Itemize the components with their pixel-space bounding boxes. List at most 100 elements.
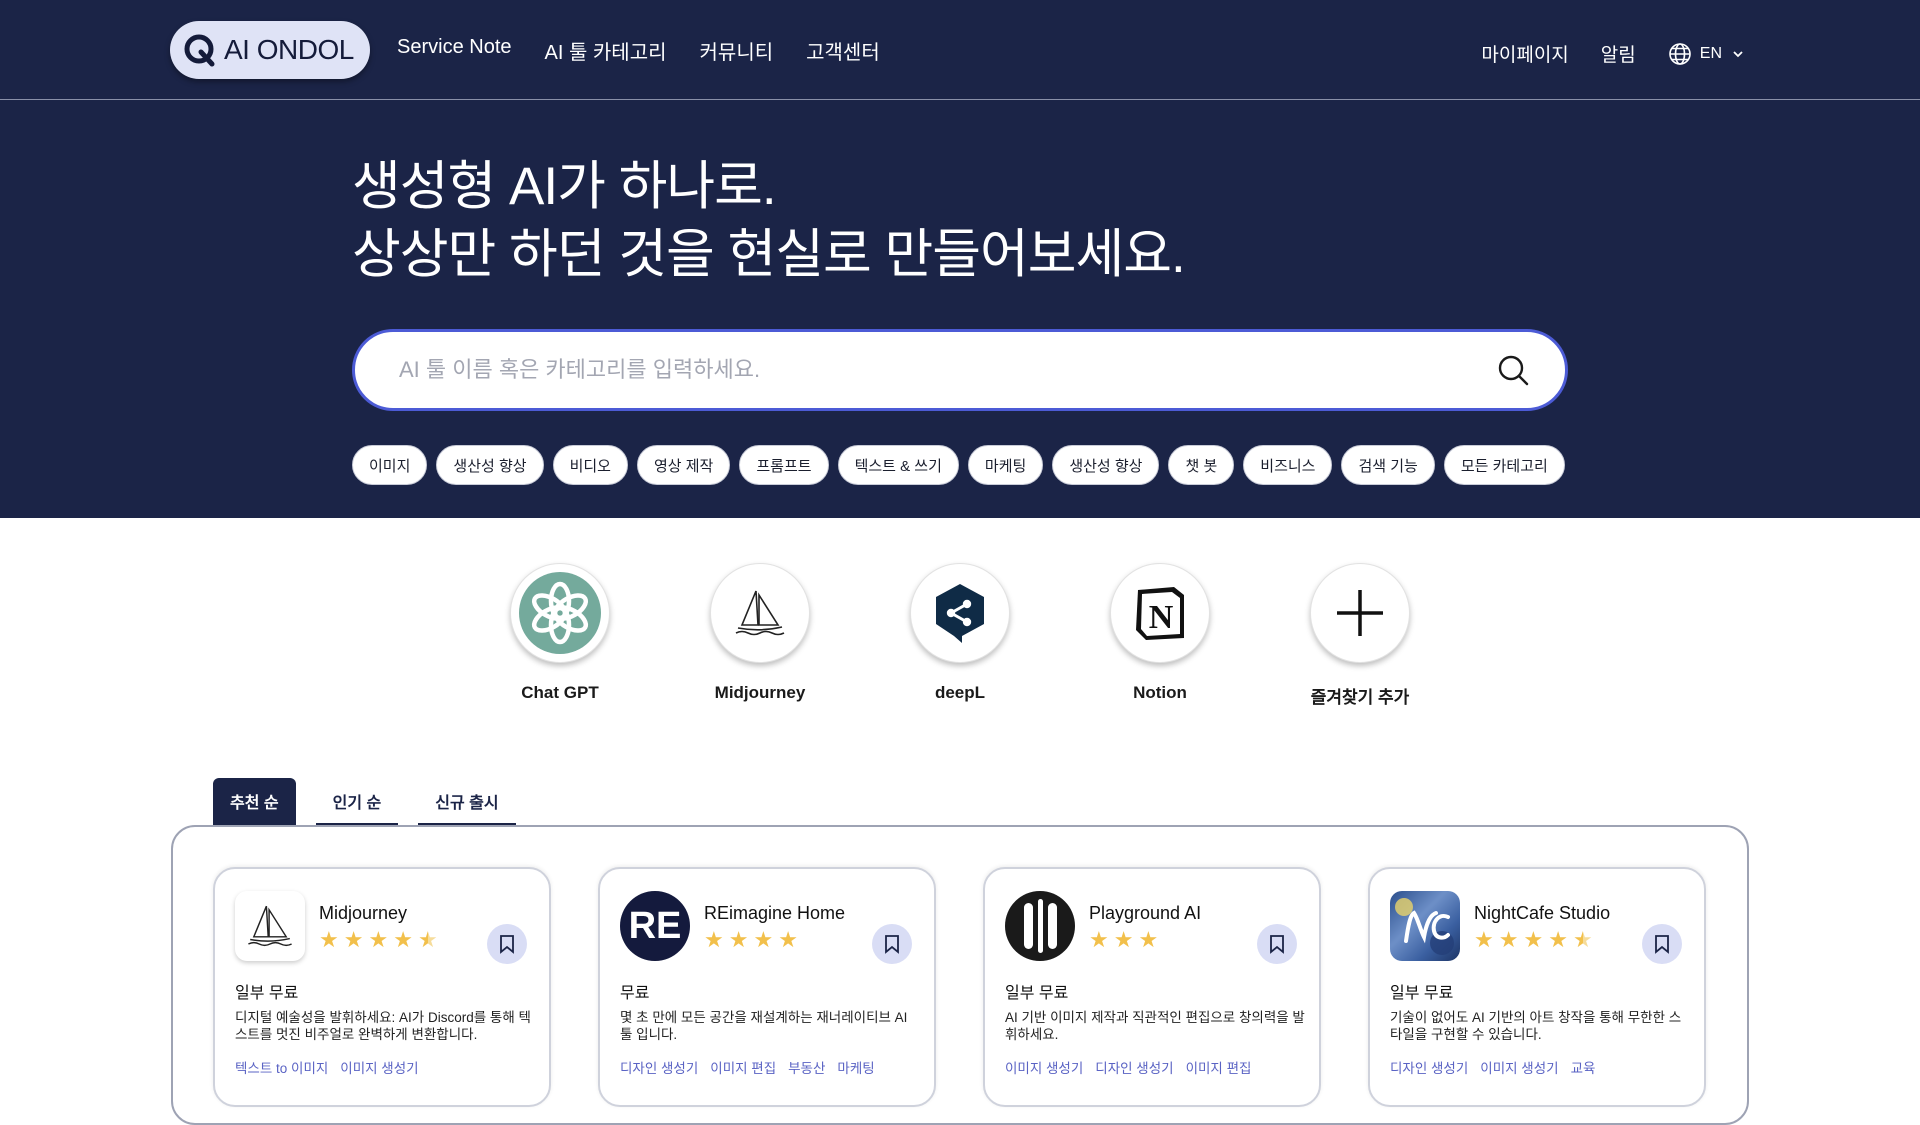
tool-tag[interactable]: 디자인 생성기 <box>620 1057 698 1077</box>
svg-text:N: N <box>1149 599 1174 636</box>
tool-logo: RE <box>620 891 690 961</box>
chip-productivity-2[interactable]: 생산성 향상 <box>1052 445 1160 485</box>
chip-image[interactable]: 이미지 <box>352 445 428 485</box>
bookmark-icon <box>885 935 899 954</box>
tool-tag[interactable]: 이미지 생성기 <box>1480 1057 1558 1077</box>
chevron-down-icon <box>1733 50 1743 57</box>
user-nav: 마이페이지 알림 EN <box>1481 40 1746 67</box>
bookmark-button[interactable] <box>1257 924 1297 964</box>
chip-text-writing[interactable]: 텍스트 & 쓰기 <box>837 445 959 485</box>
star-icon: ★ <box>1474 927 1494 952</box>
favorite-deepl[interactable]: deepL <box>890 563 1030 703</box>
nav-alerts[interactable]: 알림 <box>1601 40 1636 67</box>
chip-productivity[interactable]: 생산성 향상 <box>436 445 544 485</box>
chatgpt-logo-icon <box>519 572 601 654</box>
tool-logo <box>235 891 305 961</box>
star-rating: ★ ★ ★ ★ ★ <box>319 929 438 951</box>
tool-card-nightcafe-studio[interactable]: NightCafe Studio ★ ★ ★ ★ ★ 일부 무료 기술이 없어도… <box>1368 867 1706 1107</box>
favorite-icon-circle <box>910 563 1010 663</box>
hero-headline: 생성형 AI가 하나로. 상상만 하던 것을 현실로 만들어보세요. <box>352 153 1186 289</box>
star-icon: ★ <box>704 927 724 952</box>
search-icon[interactable] <box>1497 354 1529 386</box>
tool-card-midjourney[interactable]: Midjourney ★ ★ ★ ★ ★ 일부 무료 디지털 예술성을 발휘하세… <box>213 867 551 1107</box>
star-icon: ★ <box>1113 927 1134 952</box>
star-icon: ★ <box>319 927 339 952</box>
tool-tag[interactable]: 디자인 생성기 <box>1095 1057 1173 1077</box>
language-code: EN <box>1699 44 1722 62</box>
tool-card-reimagine-home[interactable]: RE REimagine Home ★ ★ ★ ★ 무료 몇 초 만에 모든 공… <box>598 867 936 1107</box>
pricing-label: 일부 무료 <box>1005 985 1069 1002</box>
favorite-icon-circle <box>510 563 610 663</box>
favorite-notion[interactable]: N Notion <box>1090 563 1230 703</box>
favorite-chatgpt[interactable]: Chat GPT <box>490 563 630 703</box>
add-favorite[interactable]: 즐겨찾기 추가 <box>1290 563 1430 708</box>
tool-tags: 텍스트 to 이미지 이미지 생성기 <box>235 1057 419 1077</box>
tool-tag[interactable]: 이미지 편집 <box>710 1057 776 1077</box>
nav-ai-tool-category[interactable]: AI 툴 카테고리 <box>545 36 667 65</box>
star-icon: ★ <box>1089 927 1109 952</box>
favorite-label: Midjourney <box>714 683 806 702</box>
tab-recommended[interactable]: 추천 순 <box>213 778 296 826</box>
favorite-label: Notion <box>1133 683 1187 702</box>
tab-new-release[interactable]: 신규 출시 <box>418 778 516 826</box>
chip-business[interactable]: 비즈니스 <box>1243 445 1333 485</box>
nav-community[interactable]: 커뮤니티 <box>700 36 774 65</box>
search-input[interactable] <box>399 332 1449 408</box>
tool-description: 기술이 없어도 AI 기반의 아트 창작을 통해 무한한 스타일을 구현할 수 … <box>1390 1010 1682 1042</box>
hero-line-1: 생성형 AI가 하나로. <box>352 157 777 216</box>
logo-mark-icon <box>184 34 215 67</box>
tool-tag[interactable]: 디자인 생성기 <box>1390 1057 1468 1077</box>
favorite-icon-circle: N <box>1110 563 1210 663</box>
favorite-label: 즐겨찾기 추가 <box>1310 688 1410 707</box>
language-selector[interactable]: EN <box>1668 42 1746 66</box>
chip-all-categories[interactable]: 모든 카테고리 <box>1443 445 1565 485</box>
hero-section: AI ONDOL Service Note AI 툴 카테고리 커뮤니티 고객센… <box>0 0 1920 518</box>
tool-logo <box>1005 891 1075 961</box>
tool-tag[interactable]: 마케팅 <box>837 1057 874 1077</box>
half-star-icon: ★ <box>1572 927 1593 952</box>
brand-name: AI ONDOL <box>224 34 354 65</box>
star-icon: ★ <box>778 927 798 952</box>
chip-chatbot[interactable]: 챗 봇 <box>1168 445 1235 485</box>
tool-description: 디지털 예술성을 발휘하세요: AI가 Discord를 통해 텍스트를 멋진 … <box>235 1010 531 1042</box>
star-rating: ★ ★ ★ ★ <box>704 929 798 951</box>
tool-tag[interactable]: 이미지 편집 <box>1186 1057 1252 1077</box>
favorite-icon-circle <box>1310 563 1410 663</box>
tool-tag[interactable]: 교육 <box>1571 1057 1596 1077</box>
bookmark-icon <box>1655 935 1669 954</box>
top-navbar: AI ONDOL Service Note AI 툴 카테고리 커뮤니티 고객센… <box>0 0 1920 100</box>
bookmark-button[interactable] <box>872 924 912 964</box>
tool-tag[interactable]: 이미지 생성기 <box>1005 1057 1083 1077</box>
notion-logo-icon: N <box>1136 587 1184 640</box>
tool-tags: 디자인 생성기 이미지 생성기 교육 <box>1390 1057 1595 1077</box>
tab-popular[interactable]: 인기 순 <box>315 778 399 826</box>
half-star-icon: ★ <box>417 927 438 952</box>
favorite-midjourney[interactable]: Midjourney <box>690 563 830 703</box>
category-chips: 이미지 생산성 향상 비디오 영상 제작 프롬프트 텍스트 & 쓰기 마케팅 생… <box>352 445 1565 485</box>
tool-name: Midjourney <box>319 903 408 923</box>
chip-video[interactable]: 비디오 <box>552 445 628 485</box>
tool-tags: 디자인 생성기 이미지 편집 부동산 마케팅 <box>620 1057 875 1077</box>
tool-tag[interactable]: 부동산 <box>788 1057 825 1077</box>
bookmark-button[interactable] <box>487 924 527 964</box>
tool-description: 몇 초 만에 모든 공간을 재설계하는 재너레이티브 AI 툴 입니다. <box>620 1010 908 1042</box>
chip-prompt[interactable]: 프롬프트 <box>739 445 829 485</box>
tool-tag[interactable]: 텍스트 to 이미지 <box>235 1057 328 1077</box>
bookmark-button[interactable] <box>1642 924 1682 964</box>
tool-tag[interactable]: 이미지 생성기 <box>340 1057 418 1077</box>
hero-line-2: 상상만 하던 것을 현실로 만들어보세요. <box>352 225 1186 284</box>
star-icon: ★ <box>753 927 774 952</box>
bookmark-icon <box>500 935 514 954</box>
chip-search[interactable]: 검색 기능 <box>1341 445 1435 485</box>
star-icon: ★ <box>1548 927 1568 952</box>
tool-tags: 이미지 생성기 디자인 생성기 이미지 편집 <box>1005 1057 1251 1077</box>
nav-mypage[interactable]: 마이페이지 <box>1481 40 1568 67</box>
nav-service-note[interactable]: Service Note <box>397 36 512 65</box>
globe-icon <box>1668 42 1691 65</box>
chip-marketing[interactable]: 마케팅 <box>967 445 1044 485</box>
brand-logo[interactable]: AI ONDOL <box>170 21 370 79</box>
chip-video-production[interactable]: 영상 제작 <box>636 445 731 485</box>
tool-name: NightCafe Studio <box>1474 903 1611 923</box>
nav-customer-center[interactable]: 고객센터 <box>806 36 880 65</box>
tool-card-playground-ai[interactable]: Playground AI ★ ★ ★ 일부 무료 AI 기반 이미지 제작과 … <box>983 867 1321 1107</box>
